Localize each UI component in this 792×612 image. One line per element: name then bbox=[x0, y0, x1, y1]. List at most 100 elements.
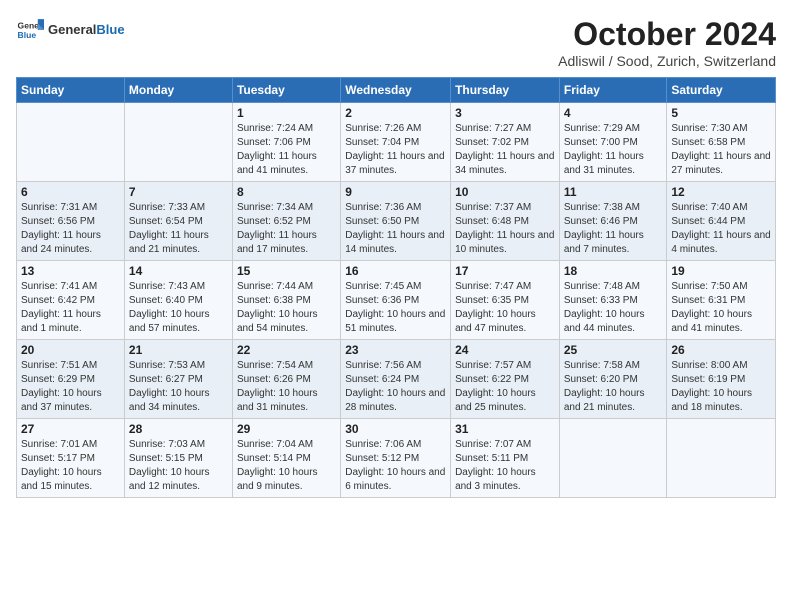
header: General Blue GeneralBlue October 2024 Ad… bbox=[16, 16, 776, 69]
day-cell: 7 Sunrise: 7:33 AMSunset: 6:54 PMDaylight… bbox=[124, 182, 232, 261]
day-info: Sunrise: 7:34 AMSunset: 6:52 PMDaylight:… bbox=[237, 201, 336, 257]
day-number: 4 bbox=[564, 106, 663, 120]
day-cell: 22 Sunrise: 7:54 AMSunset: 6:26 PMDayligh… bbox=[232, 340, 340, 419]
day-info: Sunrise: 7:30 AMSunset: 6:58 PMDaylight:… bbox=[671, 122, 771, 178]
calendar: SundayMondayTuesdayWednesdayThursdayFrid… bbox=[16, 77, 776, 498]
day-cell: 1 Sunrise: 7:24 AMSunset: 7:06 PMDaylight… bbox=[232, 103, 340, 182]
day-info: Sunrise: 7:06 AMSunset: 5:12 PMDaylight:… bbox=[345, 438, 446, 494]
day-info: Sunrise: 7:37 AMSunset: 6:48 PMDaylight:… bbox=[455, 201, 555, 257]
day-number: 30 bbox=[345, 422, 446, 436]
day-info: Sunrise: 7:45 AMSunset: 6:36 PMDaylight:… bbox=[345, 280, 446, 336]
day-number: 6 bbox=[21, 185, 120, 199]
day-info: Sunrise: 7:03 AMSunset: 5:15 PMDaylight:… bbox=[129, 438, 228, 494]
day-cell: 25Sunrise: 7:58 AMSunset: 6:20 PMDayligh… bbox=[559, 340, 667, 419]
day-number: 17 bbox=[455, 264, 555, 278]
day-cell: 14 Sunrise: 7:43 AMSunset: 6:40 PMDayligh… bbox=[124, 261, 232, 340]
day-number: 3 bbox=[455, 106, 555, 120]
title-block: October 2024 Adliswil / Sood, Zurich, Sw… bbox=[558, 16, 776, 69]
day-number: 10 bbox=[455, 185, 555, 199]
logo-icon: General Blue bbox=[16, 16, 44, 44]
day-cell: 21 Sunrise: 7:53 AMSunset: 6:27 PMDayligh… bbox=[124, 340, 232, 419]
day-cell: 17 Sunrise: 7:47 AMSunset: 6:35 PMDayligh… bbox=[451, 261, 560, 340]
day-info: Sunrise: 7:43 AMSunset: 6:40 PMDaylight:… bbox=[129, 280, 228, 336]
logo-text: GeneralBlue bbox=[48, 23, 125, 37]
day-cell: 31Sunrise: 7:07 AMSunset: 5:11 PMDayligh… bbox=[451, 419, 560, 498]
day-number: 16 bbox=[345, 264, 446, 278]
day-cell: 16 Sunrise: 7:45 AMSunset: 6:36 PMDayligh… bbox=[341, 261, 451, 340]
day-cell: 23 Sunrise: 7:56 AMSunset: 6:24 PMDayligh… bbox=[341, 340, 451, 419]
day-cell: 2Sunrise: 7:26 AMSunset: 7:04 PMDaylight… bbox=[341, 103, 451, 182]
day-info: Sunrise: 8:00 AMSunset: 6:19 PMDaylight:… bbox=[671, 359, 771, 415]
day-number: 24 bbox=[455, 343, 555, 357]
day-cell: 11 Sunrise: 7:38 AMSunset: 6:46 PMDayligh… bbox=[559, 182, 667, 261]
day-cell: 28Sunrise: 7:03 AMSunset: 5:15 PMDayligh… bbox=[124, 419, 232, 498]
day-info: Sunrise: 7:29 AMSunset: 7:00 PMDaylight:… bbox=[564, 122, 663, 178]
week-row-4: 20Sunrise: 7:51 AMSunset: 6:29 PMDayligh… bbox=[17, 340, 776, 419]
day-info: Sunrise: 7:54 AMSunset: 6:26 PMDaylight:… bbox=[237, 359, 336, 415]
week-row-1: 1 Sunrise: 7:24 AMSunset: 7:06 PMDaylight… bbox=[17, 103, 776, 182]
day-cell: 8 Sunrise: 7:34 AMSunset: 6:52 PMDaylight… bbox=[232, 182, 340, 261]
svg-text:Blue: Blue bbox=[18, 30, 37, 40]
day-number: 5 bbox=[671, 106, 771, 120]
day-number: 2 bbox=[345, 106, 446, 120]
day-info: Sunrise: 7:53 AMSunset: 6:27 PMDaylight:… bbox=[129, 359, 228, 415]
day-cell: 15 Sunrise: 7:44 AMSunset: 6:38 PMDayligh… bbox=[232, 261, 340, 340]
day-cell bbox=[667, 419, 776, 498]
day-cell: 20Sunrise: 7:51 AMSunset: 6:29 PMDayligh… bbox=[17, 340, 125, 419]
day-number: 1 bbox=[237, 106, 336, 120]
day-cell: 27 Sunrise: 7:01 AMSunset: 5:17 PMDayligh… bbox=[17, 419, 125, 498]
weekday-header-wednesday: Wednesday bbox=[341, 78, 451, 103]
day-number: 14 bbox=[129, 264, 228, 278]
day-info: Sunrise: 7:31 AMSunset: 6:56 PMDaylight:… bbox=[21, 201, 120, 257]
day-number: 9 bbox=[345, 185, 446, 199]
day-number: 11 bbox=[564, 185, 663, 199]
day-cell: 4 Sunrise: 7:29 AMSunset: 7:00 PMDaylight… bbox=[559, 103, 667, 182]
day-cell: 24 Sunrise: 7:57 AMSunset: 6:22 PMDayligh… bbox=[451, 340, 560, 419]
day-info: Sunrise: 7:40 AMSunset: 6:44 PMDaylight:… bbox=[671, 201, 771, 257]
day-cell bbox=[17, 103, 125, 182]
day-number: 26 bbox=[671, 343, 771, 357]
day-cell bbox=[559, 419, 667, 498]
day-cell: 9 Sunrise: 7:36 AMSunset: 6:50 PMDaylight… bbox=[341, 182, 451, 261]
day-info: Sunrise: 7:51 AMSunset: 6:29 PMDaylight:… bbox=[21, 359, 120, 415]
week-row-5: 27 Sunrise: 7:01 AMSunset: 5:17 PMDayligh… bbox=[17, 419, 776, 498]
day-cell: 29 Sunrise: 7:04 AMSunset: 5:14 PMDayligh… bbox=[232, 419, 340, 498]
logo: General Blue GeneralBlue bbox=[16, 16, 125, 44]
day-cell: 10 Sunrise: 7:37 AMSunset: 6:48 PMDayligh… bbox=[451, 182, 560, 261]
day-info: Sunrise: 7:41 AMSunset: 6:42 PMDaylight:… bbox=[21, 280, 120, 336]
day-info: Sunrise: 7:33 AMSunset: 6:54 PMDaylight:… bbox=[129, 201, 228, 257]
weekday-header-monday: Monday bbox=[124, 78, 232, 103]
day-cell: 12Sunrise: 7:40 AMSunset: 6:44 PMDayligh… bbox=[667, 182, 776, 261]
day-number: 23 bbox=[345, 343, 446, 357]
weekday-header-tuesday: Tuesday bbox=[232, 78, 340, 103]
day-info: Sunrise: 7:50 AMSunset: 6:31 PMDaylight:… bbox=[671, 280, 771, 336]
day-info: Sunrise: 7:36 AMSunset: 6:50 PMDaylight:… bbox=[345, 201, 446, 257]
day-number: 8 bbox=[237, 185, 336, 199]
day-info: Sunrise: 7:57 AMSunset: 6:22 PMDaylight:… bbox=[455, 359, 555, 415]
day-info: Sunrise: 7:38 AMSunset: 6:46 PMDaylight:… bbox=[564, 201, 663, 257]
calendar-body: 1 Sunrise: 7:24 AMSunset: 7:06 PMDaylight… bbox=[17, 103, 776, 498]
day-info: Sunrise: 7:04 AMSunset: 5:14 PMDaylight:… bbox=[237, 438, 336, 494]
day-info: Sunrise: 7:47 AMSunset: 6:35 PMDaylight:… bbox=[455, 280, 555, 336]
day-number: 29 bbox=[237, 422, 336, 436]
day-number: 27 bbox=[21, 422, 120, 436]
day-number: 31 bbox=[455, 422, 555, 436]
weekday-header-sunday: Sunday bbox=[17, 78, 125, 103]
day-info: Sunrise: 7:44 AMSunset: 6:38 PMDaylight:… bbox=[237, 280, 336, 336]
weekday-header-saturday: Saturday bbox=[667, 78, 776, 103]
day-info: Sunrise: 7:56 AMSunset: 6:24 PMDaylight:… bbox=[345, 359, 446, 415]
day-info: Sunrise: 7:48 AMSunset: 6:33 PMDaylight:… bbox=[564, 280, 663, 336]
day-number: 7 bbox=[129, 185, 228, 199]
week-row-3: 13Sunrise: 7:41 AMSunset: 6:42 PMDayligh… bbox=[17, 261, 776, 340]
month-title: October 2024 bbox=[558, 16, 776, 53]
day-number: 21 bbox=[129, 343, 228, 357]
day-number: 19 bbox=[671, 264, 771, 278]
day-number: 15 bbox=[237, 264, 336, 278]
day-cell: 3Sunrise: 7:27 AMSunset: 7:02 PMDaylight… bbox=[451, 103, 560, 182]
location-title: Adliswil / Sood, Zurich, Switzerland bbox=[558, 53, 776, 69]
day-number: 22 bbox=[237, 343, 336, 357]
day-info: Sunrise: 7:01 AMSunset: 5:17 PMDaylight:… bbox=[21, 438, 120, 494]
day-info: Sunrise: 7:58 AMSunset: 6:20 PMDaylight:… bbox=[564, 359, 663, 415]
day-cell: 26 Sunrise: 8:00 AMSunset: 6:19 PMDayligh… bbox=[667, 340, 776, 419]
day-info: Sunrise: 7:24 AMSunset: 7:06 PMDaylight:… bbox=[237, 122, 336, 178]
